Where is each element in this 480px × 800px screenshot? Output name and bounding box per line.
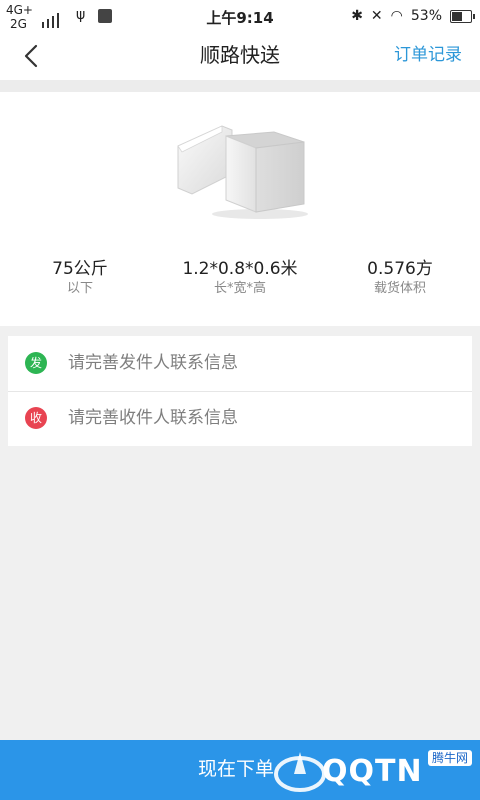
section-divider (0, 80, 480, 92)
sender-badge: 发 (25, 352, 47, 374)
volume-spec: 0.576方 载货体积 (348, 258, 452, 298)
watermark-logo-icon (274, 752, 326, 792)
site-watermark: QQTN 腾牛网 (270, 744, 480, 800)
sender-info-row[interactable]: 发 请完善发件人联系信息 (8, 336, 472, 392)
wifi-icon: ◠ (390, 8, 403, 24)
dimension-spec: 1.2*0.8*0.6米 长*宽*高 (170, 258, 310, 298)
package-spec-card: 75公斤 以下 1.2*0.8*0.6米 长*宽*高 0.576方 载货体积 (0, 92, 480, 326)
dimension-label: 长*宽*高 (213, 281, 266, 296)
sender-info-text: 请完善发件人联系信息 (68, 353, 238, 373)
box-illustration (177, 125, 308, 219)
watermark-text: QQTN (322, 754, 423, 789)
bluetooth-icon: ✱ (351, 8, 363, 24)
volume-label: 载货体积 (373, 281, 426, 296)
volume-value: 0.576方 (367, 259, 433, 279)
order-now-label: 现在下单 (198, 758, 275, 780)
receiver-info-text: 请完善收件人联系信息 (68, 408, 238, 428)
receiver-badge: 收 (25, 407, 47, 429)
status-bar: 4G+ 2G ψ 上午9:14 ✱ ✕ ◠ 53% (0, 0, 480, 32)
watermark-badge: 腾牛网 (427, 750, 472, 766)
dimension-value: 1.2*0.8*0.6米 (182, 259, 298, 279)
battery-percent: 53% (410, 8, 442, 24)
mute-icon: ✕ (370, 8, 383, 24)
receiver-info-row[interactable]: 收 请完善收件人联系信息 (8, 391, 472, 446)
navigation-bar: 顺路快送 订单记录 (0, 32, 480, 80)
weight-spec: 75公斤 以下 (28, 258, 132, 298)
battery-fill (452, 11, 462, 21)
battery-icon (450, 9, 475, 23)
status-right: ✱ ✕ ◠ 53% (351, 6, 475, 26)
contact-list: 发 请完善发件人联系信息 收 请完善收件人联系信息 (8, 336, 472, 446)
weight-value: 75公斤 (52, 259, 108, 279)
weight-label: 以下 (66, 281, 93, 296)
order-history-link[interactable]: 订单记录 (394, 43, 462, 67)
